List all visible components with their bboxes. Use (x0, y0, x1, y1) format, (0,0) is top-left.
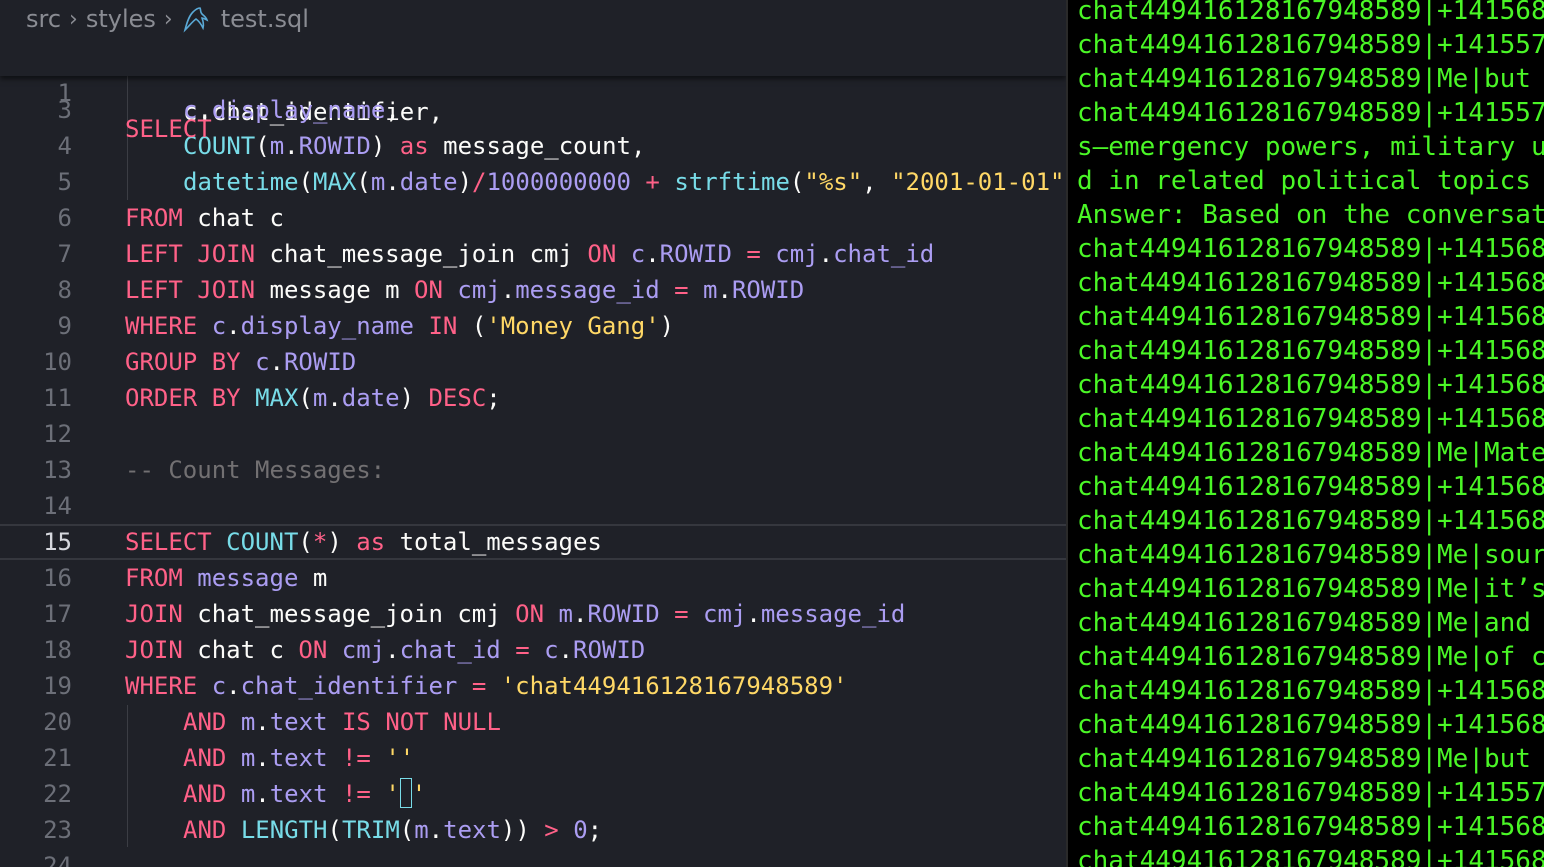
terminal-line: chat449416128167948589|+141557 (1077, 30, 1544, 60)
code-text: datetime(MAX(m.date)/1000000000 + strfti… (183, 168, 1065, 196)
code-editor[interactable]: src › styles › test.sql 1 SELECT c.chat_… (0, 0, 1066, 867)
terminal-line: chat449416128167948589|Me|but (1077, 64, 1531, 94)
terminal-line: chat449416128167948589|Me|sour (1077, 540, 1544, 570)
line-number: 9 (57, 312, 72, 340)
breadcrumb-item-styles[interactable]: styles (86, 5, 156, 33)
terminal-line: chat449416128167948589|+141568 (1077, 268, 1544, 298)
terminal-line: chat449416128167948589|+141568 (1077, 676, 1544, 706)
code-text: GROUP BY c.ROWID (125, 348, 357, 376)
terminal-line: chat449416128167948589|+141568 (1077, 0, 1544, 26)
code-text: AND m.text IS NOT NULL (183, 708, 501, 736)
code-line[interactable]: 7 LEFT JOIN chat_message_join cmj ON c.RO… (0, 236, 1066, 272)
line-number: 22 (43, 780, 72, 808)
code-line[interactable]: 9 WHERE c.display_name IN ('Money Gang') (0, 308, 1066, 344)
code-line[interactable]: 12 (0, 416, 1066, 452)
code-text: SELECT COUNT(*) as total_messages (125, 528, 602, 556)
code-line[interactable]: 5 datetime(MAX(m.date)/1000000000 + strft… (0, 164, 1066, 200)
sticky-scroll-header[interactable]: 1 SELECT (0, 38, 1066, 143)
code-line[interactable]: 18 JOIN chat c ON cmj.chat_id = c.ROWID (0, 632, 1066, 668)
line-number: 17 (43, 600, 72, 628)
line-number: 10 (43, 348, 72, 376)
line-number: 18 (43, 636, 72, 664)
line-number: 13 (43, 456, 72, 484)
code-text: COUNT(m.ROWID) as message_count, (183, 132, 646, 160)
code-line[interactable]: 24 (0, 848, 1066, 867)
code-line[interactable]: 1 SELECT (0, 39, 1066, 143)
code-line[interactable]: 20 AND m.text IS NOT NULL (0, 704, 1066, 740)
terminal-line: chat449416128167948589|+141568 (1077, 370, 1544, 400)
line-number: 15 (43, 528, 72, 556)
line-number: 19 (43, 672, 72, 700)
code-line[interactable]: 16 FROM message m (0, 560, 1066, 596)
terminal-line: chat449416128167948589|+141568 (1077, 336, 1544, 366)
code-text: -- Count Messages: (125, 456, 386, 484)
terminal-output[interactable]: chat449416128167948589|+141568 chat449416… (1066, 0, 1544, 867)
terminal-line: chat449416128167948589|+141568 (1077, 472, 1544, 502)
code-text: LEFT JOIN chat_message_join cmj ON c.ROW… (125, 240, 935, 268)
terminal-line: chat449416128167948589|Me|but (1077, 744, 1531, 774)
code-text: FROM message m (125, 564, 328, 592)
terminal-line: chat449416128167948589|+141568 (1077, 302, 1544, 332)
line-number: 12 (43, 420, 72, 448)
terminal-line: d in related political topics (1077, 166, 1531, 196)
line-number: 23 (43, 816, 72, 844)
code-text: FROM chat c (125, 204, 284, 232)
terminal-line: chat449416128167948589|+141568 (1077, 710, 1544, 740)
code-text: AND m.text != '' (183, 778, 427, 808)
terminal-line: chat449416128167948589|+141568 (1077, 404, 1544, 434)
line-number: 8 (57, 276, 72, 304)
line-number: 24 (43, 852, 72, 867)
code-line[interactable]: 15 SELECT COUNT(*) as total_messages (0, 524, 1066, 560)
code-line[interactable]: 10 GROUP BY c.ROWID (0, 344, 1066, 380)
code-text: WHERE c.chat_identifier = 'chat449416128… (125, 672, 848, 700)
code-line[interactable]: 17 JOIN chat_message_join cmj ON m.ROWID … (0, 596, 1066, 632)
terminal-line: chat449416128167948589|+141568 (1077, 234, 1544, 264)
code-line[interactable]: 14 (0, 488, 1066, 524)
code-text: c.display_name, (183, 96, 400, 124)
code-text: ORDER BY MAX(m.date) DESC; (125, 384, 501, 412)
breadcrumb: src › styles › test.sql (0, 0, 1066, 38)
code-line[interactable]: 23 AND LENGTH(TRIM(m.text)) > 0; (0, 812, 1066, 848)
terminal-line: s—emergency powers, military u (1077, 132, 1544, 162)
breadcrumb-item-file[interactable]: test.sql (221, 5, 309, 33)
indent-guide (127, 705, 128, 847)
code-text: LEFT JOIN message m ON cmj.message_id = … (125, 276, 805, 304)
terminal-line: chat449416128167948589|Me|Mate (1077, 438, 1544, 468)
code-line[interactable]: 22 AND m.text != ' ' (0, 776, 1066, 812)
line-number: 6 (57, 204, 72, 232)
code-line[interactable]: 13 -- Count Messages: (0, 452, 1066, 488)
terminal-line: chat449416128167948589|Me|and (1077, 608, 1531, 638)
code-text: AND m.text != '' (183, 744, 415, 772)
code-text: SELECT (125, 115, 212, 143)
terminal-line: chat449416128167948589|+141568 (1077, 812, 1544, 842)
line-number: 21 (43, 744, 72, 772)
line-number: 14 (43, 492, 72, 520)
code-line[interactable]: 11 ORDER BY MAX(m.date) DESC; (0, 380, 1066, 416)
code-line[interactable]: 8 LEFT JOIN message m ON cmj.message_id =… (0, 272, 1066, 308)
code-line[interactable]: 21 AND m.text != '' (0, 740, 1066, 776)
code-line[interactable]: 6 FROM chat c (0, 200, 1066, 236)
breadcrumb-item-src[interactable]: src (26, 5, 61, 33)
mysql-dolphin-icon (183, 7, 209, 33)
terminal-line: chat449416128167948589|Me|it’s (1077, 574, 1544, 604)
terminal-line: chat449416128167948589|+141557 (1077, 778, 1544, 808)
line-number: 11 (43, 384, 72, 412)
line-number: 16 (43, 564, 72, 592)
chevron-right-icon: › (163, 6, 173, 32)
line-number: 20 (43, 708, 72, 736)
terminal-line: chat449416128167948589|Me|of c (1077, 642, 1544, 672)
terminal-line: Answer: Based on the conversat (1077, 200, 1544, 230)
line-number: 7 (57, 240, 72, 268)
code-text: JOIN chat_message_join cmj ON m.ROWID = … (125, 600, 906, 628)
chevron-right-icon: › (69, 6, 78, 32)
code-text: AND LENGTH(TRIM(m.text)) > 0; (183, 816, 603, 844)
terminal-line: chat449416128167948589|+141568 (1077, 846, 1544, 867)
code-text: WHERE c.display_name IN ('Money Gang') (125, 312, 675, 340)
code-line[interactable]: 19 WHERE c.chat_identifier = 'chat4494161… (0, 668, 1066, 704)
code-text: JOIN chat c ON cmj.chat_id = c.ROWID (125, 636, 646, 664)
terminal-line: chat449416128167948589|+141568 (1077, 506, 1544, 536)
terminal-line: chat449416128167948589|+141557 (1077, 98, 1544, 128)
line-number: 1 (57, 79, 72, 107)
